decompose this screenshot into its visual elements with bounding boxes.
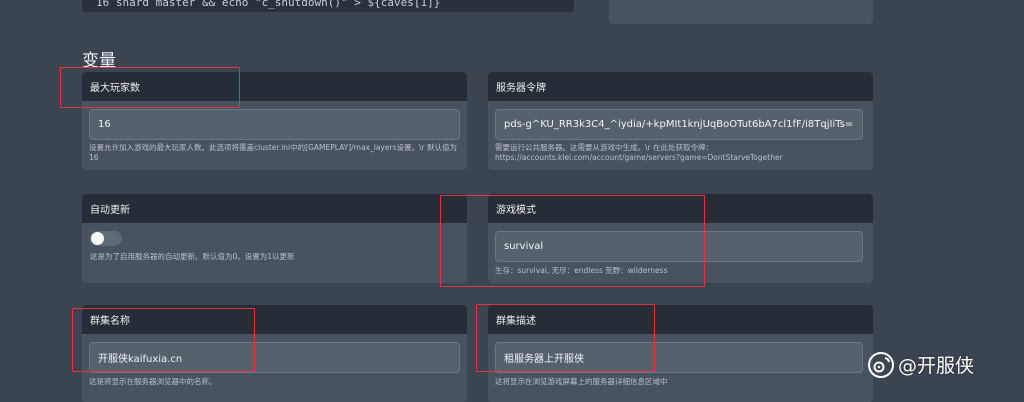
- cluster-desc-help: 这将显示在浏览游戏屏幕上的服务器详细信息区域中: [495, 377, 668, 386]
- max-players-help: 设置允许加入游戏的最大玩家人数。此选项将覆盖cluster.ini中的[GAME…: [89, 143, 457, 162]
- cluster-desc-input[interactable]: 租服务器上开服侠: [495, 342, 863, 373]
- auto-update-toggle[interactable]: [90, 231, 122, 246]
- max-players-card: 最大玩家数 16 设置允许加入游戏的最大玩家人数。此选项将覆盖cluster.i…: [82, 72, 467, 170]
- server-token-input[interactable]: pds-g^KU_RR3k3C4_^iydia/+kpMIt1knjUqBoOT…: [495, 109, 863, 140]
- server-token-help-link[interactable]: https://accounts.klei.com/account/game/s…: [495, 153, 866, 163]
- toggle-knob: [91, 232, 104, 245]
- cluster-name-input[interactable]: 开服侠kaifuxia.cn: [89, 342, 460, 373]
- auto-update-title: 自动更新: [82, 194, 467, 223]
- game-mode-help: 生存：survival, 无尽：endless 荒野：wilderness: [495, 266, 668, 275]
- game-mode-input[interactable]: survival: [495, 231, 863, 262]
- max-players-title: 最大玩家数: [82, 72, 467, 101]
- cluster-name-help: 这是将显示在服务器浏览器中的名称。: [89, 377, 217, 386]
- max-players-input[interactable]: 16: [89, 109, 460, 140]
- game-mode-title: 游戏模式: [488, 194, 873, 223]
- watermark: @开服侠: [868, 351, 974, 378]
- previous-card: [609, 0, 873, 24]
- server-token-help: 需要运行公共服务器。这需要从游戏中生成。\r 在此处获取令牌： https://…: [495, 143, 866, 163]
- server-token-title: 服务器令牌: [488, 72, 873, 101]
- section-title: 变量: [82, 51, 116, 71]
- auto-update-help: 这是为了启用服务器的自动更新。默认值为0。设置为1以更新: [90, 252, 295, 261]
- weibo-logo-icon: [868, 351, 894, 378]
- code-snippet: 16 shard master && echo "c_shutdown()" >…: [82, 0, 574, 12]
- cluster-name-title: 群集名称: [82, 305, 467, 334]
- cluster-name-card: 群集名称 开服侠kaifuxia.cn 这是将显示在服务器浏览器中的名称。: [82, 305, 467, 402]
- cluster-desc-title: 群集描述: [488, 305, 873, 334]
- server-token-help-line1: 需要运行公共服务器。这需要从游戏中生成。\r 在此处获取令牌：: [495, 143, 713, 152]
- server-token-card: 服务器令牌 pds-g^KU_RR3k3C4_^iydia/+kpMIt1knj…: [488, 72, 873, 170]
- code-snippet-text: 16 shard master && echo "c_shutdown()" >…: [96, 0, 441, 9]
- auto-update-card: 自动更新: [82, 194, 467, 283]
- game-mode-card: 游戏模式 survival 生存：survival, 无尽：endless 荒野…: [488, 194, 873, 283]
- watermark-text: @开服侠: [898, 355, 975, 377]
- cluster-desc-card: 群集描述 租服务器上开服侠 这将显示在浏览游戏屏幕上的服务器详细信息区域中: [488, 305, 873, 402]
